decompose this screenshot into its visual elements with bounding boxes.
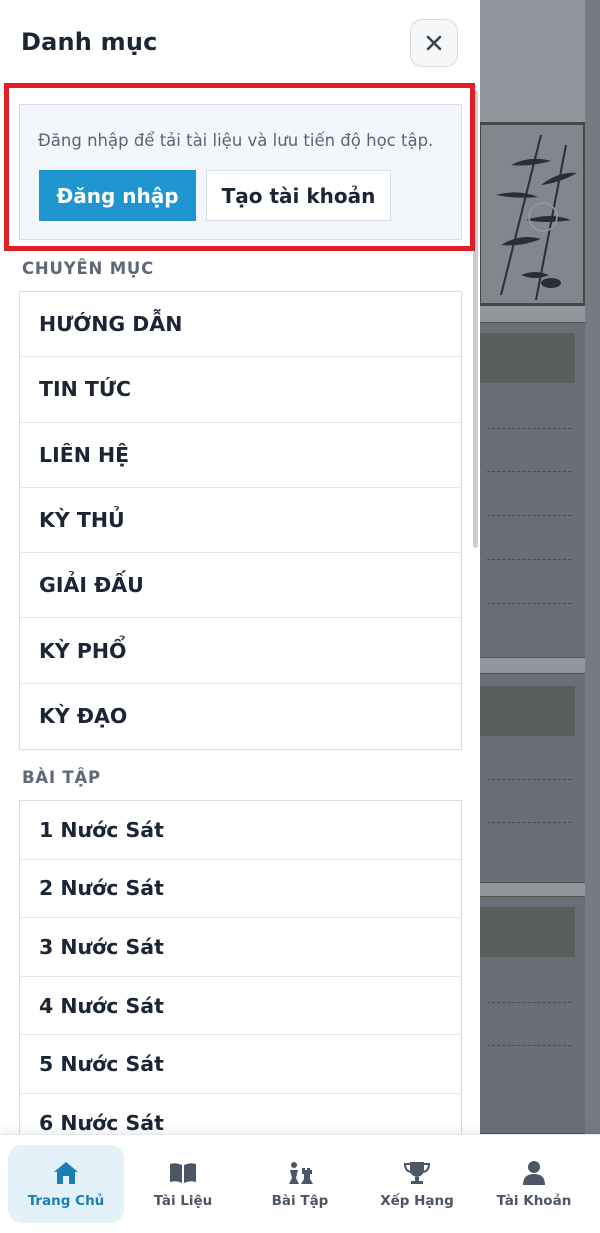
nav-home-label: Trang Chủ <box>27 1193 105 1209</box>
category-item-huong-dan[interactable]: HƯỚNG DẪN <box>20 292 461 358</box>
category-item-tin-tuc[interactable]: TIN TỨC <box>20 357 461 423</box>
nav-account-label: Tài Khoản <box>496 1193 572 1209</box>
home-icon <box>51 1159 81 1187</box>
category-item-ky-pho[interactable]: KỲ PHỔ <box>20 618 461 684</box>
exercises-list: 1 Nước Sát 2 Nước Sát 3 Nước Sát 4 Nước … <box>19 800 462 1153</box>
close-icon <box>426 35 442 51</box>
categories-heading: CHUYÊN MỤC <box>22 259 155 278</box>
highlight-frame <box>4 83 475 251</box>
bottom-navigation: Trang Chủ Tài Liệu Bài Tập Xếp Hạng Tài … <box>0 1134 600 1233</box>
chess-pieces-icon <box>285 1159 315 1187</box>
categories-list: HƯỚNG DẪN TIN TỨC LIÊN HỆ KỲ THỦ GIẢI ĐẤ… <box>19 291 462 751</box>
exercise-item-5[interactable]: 5 Nước Sát <box>20 1035 461 1094</box>
book-icon <box>168 1159 198 1187</box>
nav-exercises[interactable]: Bài Tập <box>242 1145 358 1223</box>
drawer-title: Danh mục <box>21 28 158 56</box>
close-button[interactable] <box>410 19 458 67</box>
exercises-heading: BÀI TẬP <box>22 768 101 787</box>
nav-home[interactable]: Trang Chủ <box>8 1145 124 1223</box>
nav-documents-label: Tài Liệu <box>153 1193 213 1209</box>
exercise-item-1[interactable]: 1 Nước Sát <box>20 801 461 860</box>
drawer-header: Danh mục <box>0 0 480 86</box>
nav-account[interactable]: Tài Khoản <box>476 1145 592 1223</box>
category-drawer: Danh mục Đăng nhập để tải tài liệu và lư… <box>0 0 480 1233</box>
exercise-item-2[interactable]: 2 Nước Sát <box>20 860 461 919</box>
category-item-ky-dao[interactable]: KỲ ĐẠO <box>20 684 461 749</box>
exercise-item-4[interactable]: 4 Nước Sát <box>20 977 461 1036</box>
trophy-icon <box>402 1159 432 1187</box>
nav-documents[interactable]: Tài Liệu <box>125 1145 241 1223</box>
nav-ranking-label: Xếp Hạng <box>380 1193 454 1209</box>
category-item-ky-thu[interactable]: KỲ THỦ <box>20 488 461 554</box>
exercise-item-3[interactable]: 3 Nước Sát <box>20 918 461 977</box>
nav-ranking[interactable]: Xếp Hạng <box>359 1145 475 1223</box>
category-item-lien-he[interactable]: LIÊN HỆ <box>20 423 461 488</box>
dim-overlay[interactable] <box>480 0 600 1233</box>
user-icon <box>519 1159 549 1187</box>
nav-exercises-label: Bài Tập <box>271 1193 329 1209</box>
category-item-giai-dau[interactable]: GIẢI ĐẤU <box>20 553 461 619</box>
